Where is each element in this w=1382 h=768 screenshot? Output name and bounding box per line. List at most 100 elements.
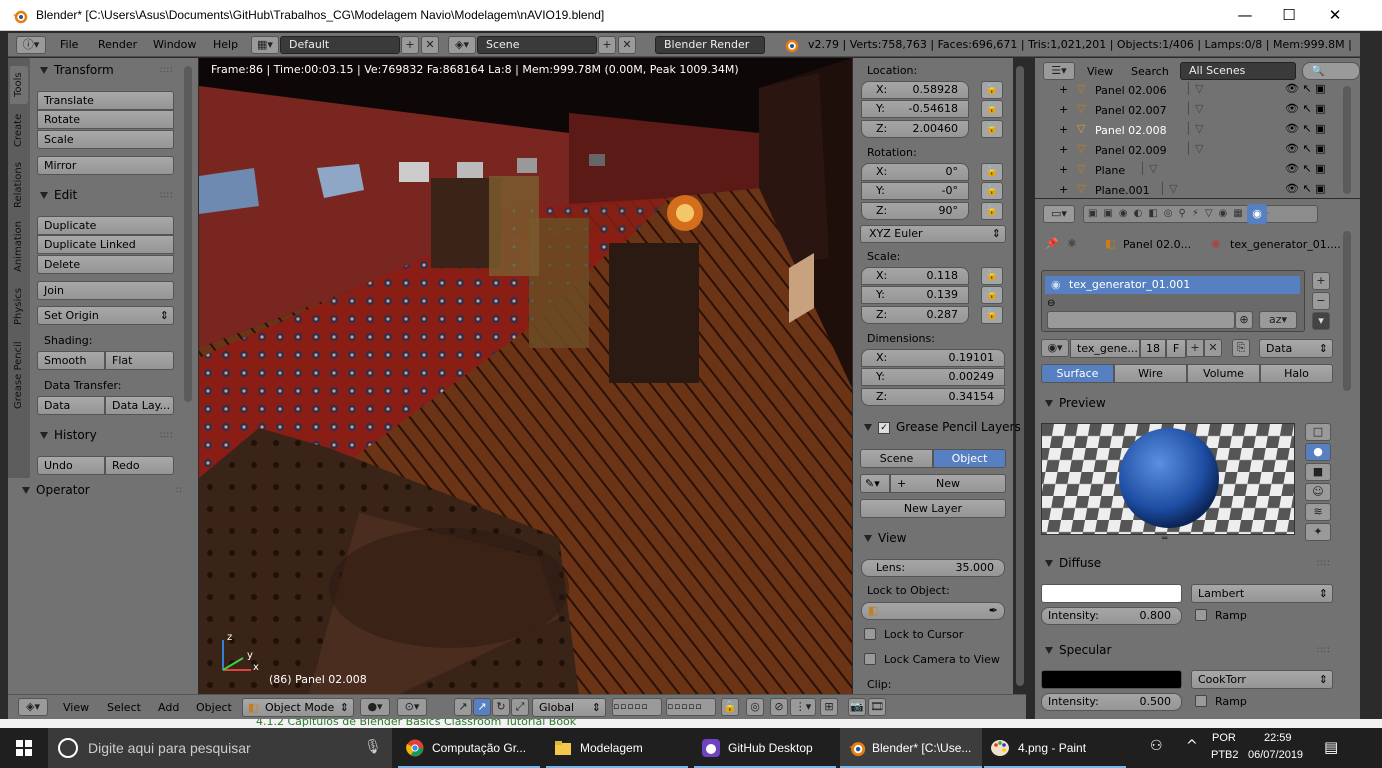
lock-icon[interactable]: 🔓 xyxy=(981,202,1003,220)
location-x-field[interactable]: X: 0.58928 xyxy=(861,81,969,99)
visibility-icons[interactable]: 👁 ↖ ▣ xyxy=(1285,82,1326,95)
fake-user-button[interactable]: F xyxy=(1166,339,1186,358)
unlink-material-icon[interactable]: ✕ xyxy=(1204,339,1222,357)
rotation-mode-dropdown[interactable]: XYZ Euler ⇕ xyxy=(860,225,1006,243)
language-secondary[interactable]: PTB2 xyxy=(1211,749,1239,761)
scale-y-field[interactable]: Y: 0.139 xyxy=(861,286,969,304)
slot-menu-icon[interactable]: ▾ xyxy=(1312,312,1330,330)
manipulator-toggle-icon[interactable]: ↗ xyxy=(454,698,472,716)
properties-context-tabs[interactable]: ▣▣◉◐◧◎⚲⚡▽◉▦⌗⊹ xyxy=(1083,205,1318,223)
grease-pencil-panel-header[interactable]: ✓ Grease Pencil Layers xyxy=(864,420,1021,434)
view-panel-header[interactable]: View xyxy=(864,531,906,545)
scale-z-field[interactable]: Z: 0.287 xyxy=(861,306,969,324)
lock-icon[interactable]: 🔓 xyxy=(981,182,1003,200)
drag-handle-icon[interactable]: ∷∷ xyxy=(160,191,173,201)
location-y-field[interactable]: Y: -0.54618 xyxy=(861,100,969,118)
sort-icon[interactable]: az▾ xyxy=(1259,311,1297,329)
outliner-search-input[interactable]: 🔍 xyxy=(1302,62,1360,80)
properties-scrollbar[interactable] xyxy=(1343,231,1351,391)
menu-window[interactable]: Window xyxy=(153,38,196,51)
history-panel-header[interactable]: History xyxy=(40,428,97,442)
lock-cursor-checkbox[interactable] xyxy=(864,628,876,640)
add-slot-icon[interactable]: + xyxy=(1312,272,1330,290)
location-z-field[interactable]: Z: 2.00460 xyxy=(861,120,969,138)
preview-sky-icon[interactable]: ✦ xyxy=(1305,523,1331,541)
render-animation-icon[interactable]: 🎞 xyxy=(868,698,886,716)
diffuse-shader-dropdown[interactable]: Lambert ⇕ xyxy=(1191,584,1333,603)
taskbar-app-paint[interactable]: 4.png - Paint xyxy=(984,728,1126,768)
transform-panel-header[interactable]: Transform xyxy=(40,63,114,77)
drag-handle-icon[interactable]: ∷∷ xyxy=(160,431,173,441)
taskbar-app-github[interactable]: GitHub Desktop xyxy=(694,728,836,768)
microphone-icon[interactable]: 🎙 xyxy=(364,739,382,755)
visibility-icons[interactable]: 👁 ↖ ▣ xyxy=(1285,142,1326,155)
remove-layout-icon[interactable]: ✕ xyxy=(421,36,439,54)
add-scene-icon[interactable]: + xyxy=(598,36,616,54)
viewport-shading-icon[interactable]: ●▾ xyxy=(360,698,390,716)
minimize-button[interactable]: — xyxy=(1222,0,1268,31)
outliner-filter-dropdown[interactable]: All Scenes xyxy=(1180,62,1296,80)
rotation-x-field[interactable]: X: 0° xyxy=(861,163,969,181)
render-engine-dropdown[interactable]: Blender Render xyxy=(655,36,765,54)
pin-icon[interactable]: 📌 xyxy=(1045,237,1059,250)
scene-field[interactable]: Scene xyxy=(477,36,597,54)
snap-icon[interactable]: ⊘ xyxy=(770,698,788,716)
lock-icon[interactable]: 🔓 xyxy=(981,267,1003,285)
duplicate-button[interactable]: Duplicate xyxy=(37,216,174,235)
visibility-icons[interactable]: 👁 ↖ ▣ xyxy=(1285,182,1326,195)
tab-halo[interactable]: Halo xyxy=(1260,364,1333,383)
chevron-up-icon[interactable]: ^ xyxy=(1186,738,1198,754)
maximize-button[interactable]: ☐ xyxy=(1266,0,1312,31)
specular-ramp-checkbox[interactable] xyxy=(1195,695,1207,707)
dimensions-x-field[interactable]: X: 0.19101 xyxy=(861,349,1005,367)
remove-slot-icon[interactable]: − xyxy=(1312,292,1330,310)
lock-icon[interactable]: 🔓 xyxy=(981,100,1003,118)
data-transfer-button[interactable]: Data xyxy=(37,396,105,415)
expand-icon[interactable]: + xyxy=(1059,83,1068,96)
tab-wire[interactable]: Wire xyxy=(1114,364,1187,383)
menu-render[interactable]: Render xyxy=(98,38,137,51)
screen-layout-field[interactable]: Default xyxy=(280,36,400,54)
properties-editor-icon[interactable]: ▭▾ xyxy=(1043,205,1075,223)
preview-monkey-icon[interactable]: ☺ xyxy=(1305,483,1331,501)
editor-type-icon[interactable]: ◈▾ xyxy=(18,698,48,716)
preview-panel-header[interactable]: Preview xyxy=(1045,396,1106,410)
render-still-icon[interactable]: 📷 xyxy=(848,698,866,716)
lock-icon[interactable]: 🔓 xyxy=(981,306,1003,324)
taskbar-app-explorer[interactable]: Modelagem xyxy=(546,728,688,768)
lock-icon[interactable]: 🔓 xyxy=(981,120,1003,138)
tab-create[interactable]: Create xyxy=(10,106,28,154)
transform-orientation-dropdown[interactable]: Global ⇕ xyxy=(532,698,606,717)
info-editor-type-icon[interactable]: ⓘ▾ xyxy=(16,36,46,54)
toolshelf-scrollbar[interactable] xyxy=(184,66,192,402)
undo-button[interactable]: Undo xyxy=(37,456,105,475)
eyedropper-icon[interactable]: ✒ xyxy=(989,603,998,619)
dimensions-z-field[interactable]: Z: 0.34154 xyxy=(861,388,1005,406)
screen-layout-icon[interactable]: ▦▾ xyxy=(251,36,279,54)
material-tab-icon[interactable]: ◉ xyxy=(1247,204,1267,224)
material-users-count[interactable]: 18 xyxy=(1140,339,1166,358)
people-icon[interactable]: ⚇ xyxy=(1150,738,1163,754)
data-layers-button[interactable]: Data Lay... xyxy=(105,396,174,415)
tab-physics[interactable]: Physics xyxy=(10,282,28,332)
pivot-point-icon[interactable]: ⊙▾ xyxy=(397,698,427,716)
lock-layers-icon[interactable]: 🔒 xyxy=(721,698,739,716)
tab-surface[interactable]: Surface xyxy=(1041,364,1114,383)
drag-handle-icon[interactable]: ∷∷ xyxy=(160,66,173,76)
remove-scene-icon[interactable]: ✕ xyxy=(618,36,636,54)
tab-tools[interactable]: Tools xyxy=(10,66,28,104)
diffuse-ramp-checkbox[interactable] xyxy=(1195,609,1207,621)
delete-button[interactable]: Delete xyxy=(37,255,174,274)
rotate-manipulator-icon[interactable]: ↻ xyxy=(492,698,510,716)
clock-date[interactable]: 06/07/2019 xyxy=(1248,749,1303,761)
taskbar-search-box[interactable]: Digite aqui para pesquisar 🎙 xyxy=(48,728,392,768)
gp-scene-button[interactable]: Scene xyxy=(860,449,933,468)
edit-panel-header[interactable]: Edit xyxy=(40,188,77,202)
specular-shader-dropdown[interactable]: CookTorr ⇕ xyxy=(1191,670,1333,689)
zoom-icon[interactable]: ⊕ xyxy=(1235,311,1253,329)
preview-sphere-icon[interactable]: ● xyxy=(1305,443,1331,461)
outliner-row[interactable]: + ▽ Plane.001 │ ▽ 👁 ↖ ▣ xyxy=(1035,180,1345,200)
outliner-row[interactable]: + ▽ Plane │ ▽ 👁 ↖ ▣ xyxy=(1035,160,1345,180)
gp-object-button[interactable]: Object xyxy=(933,449,1006,468)
diffuse-color-swatch[interactable] xyxy=(1041,584,1182,603)
